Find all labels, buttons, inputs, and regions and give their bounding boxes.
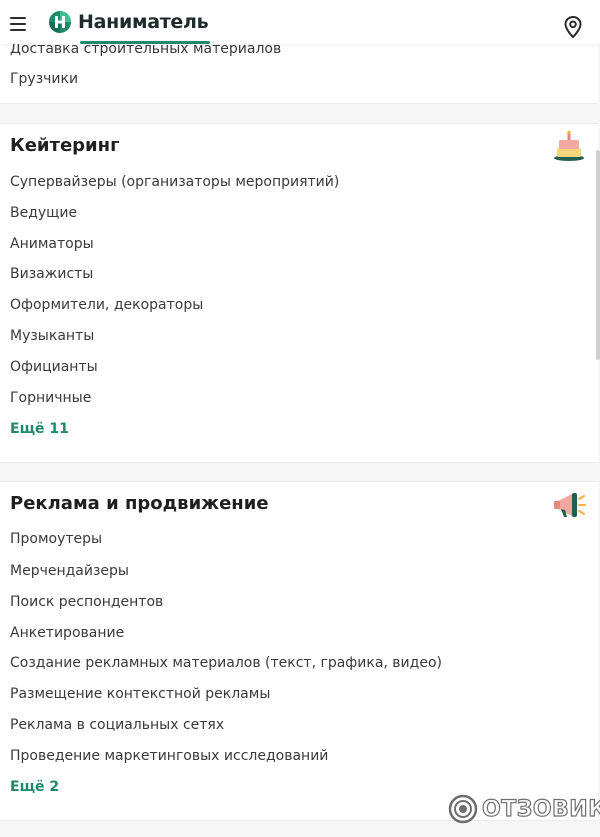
watermark: ОТЗОВИК <box>448 794 600 824</box>
category-item[interactable]: Промоутеры <box>10 530 102 548</box>
category-card-catering: Кейтеринг Супервайзеры (организаторы мер… <box>0 123 598 463</box>
category-item[interactable]: Оформители, декораторы <box>10 296 203 314</box>
cake-icon <box>554 130 584 161</box>
show-more-link[interactable]: Ещё 11 <box>10 420 69 438</box>
category-item[interactable]: Проведение маркетинговых исследований <box>10 747 328 765</box>
scrollbar[interactable] <box>596 150 600 360</box>
category-item[interactable]: Визажисты <box>10 265 93 283</box>
category-item[interactable]: Супервайзеры (организаторы мероприятий) <box>10 173 339 191</box>
category-title[interactable]: Реклама и продвижение <box>10 493 269 514</box>
category-item[interactable]: Реклама в социальных сетях <box>10 716 224 734</box>
logo-underline <box>80 41 210 44</box>
hamburger-icon[interactable] <box>10 17 26 31</box>
category-item[interactable]: Поиск респондентов <box>10 593 163 611</box>
category-item[interactable]: Размещение контекстной рекламы <box>10 685 270 703</box>
category-item[interactable]: Музыканты <box>10 327 94 345</box>
page: Доставка строительных материалов Грузчик… <box>0 0 600 837</box>
category-item[interactable]: Создание рекламных материалов (текст, гр… <box>10 654 442 672</box>
category-item[interactable]: Официанты <box>10 358 98 376</box>
logo[interactable]: Наниматель <box>48 10 209 34</box>
category-item[interactable]: Мерчендайзеры <box>10 562 129 580</box>
category-item[interactable]: Ведущие <box>10 204 77 222</box>
category-item[interactable]: Анкетирование <box>10 624 124 642</box>
category-title[interactable]: Кейтеринг <box>10 135 120 156</box>
otzovik-logo-icon <box>448 794 478 824</box>
category-card-advertising: Реклама и продвижение Промоутеры Мерченд… <box>0 481 598 821</box>
show-more-link[interactable]: Ещё 2 <box>10 778 59 796</box>
category-item[interactable]: Аниматоры <box>10 235 94 253</box>
map-pin-icon[interactable] <box>564 16 582 38</box>
logo-text: Наниматель <box>78 11 209 33</box>
app-header: Наниматель <box>0 0 600 44</box>
watermark-text: ОТЗОВИК <box>481 796 600 822</box>
logo-mark-icon <box>49 11 71 33</box>
megaphone-icon <box>554 493 586 517</box>
category-item[interactable]: Грузчики <box>10 70 78 88</box>
category-item[interactable]: Горничные <box>10 389 91 407</box>
